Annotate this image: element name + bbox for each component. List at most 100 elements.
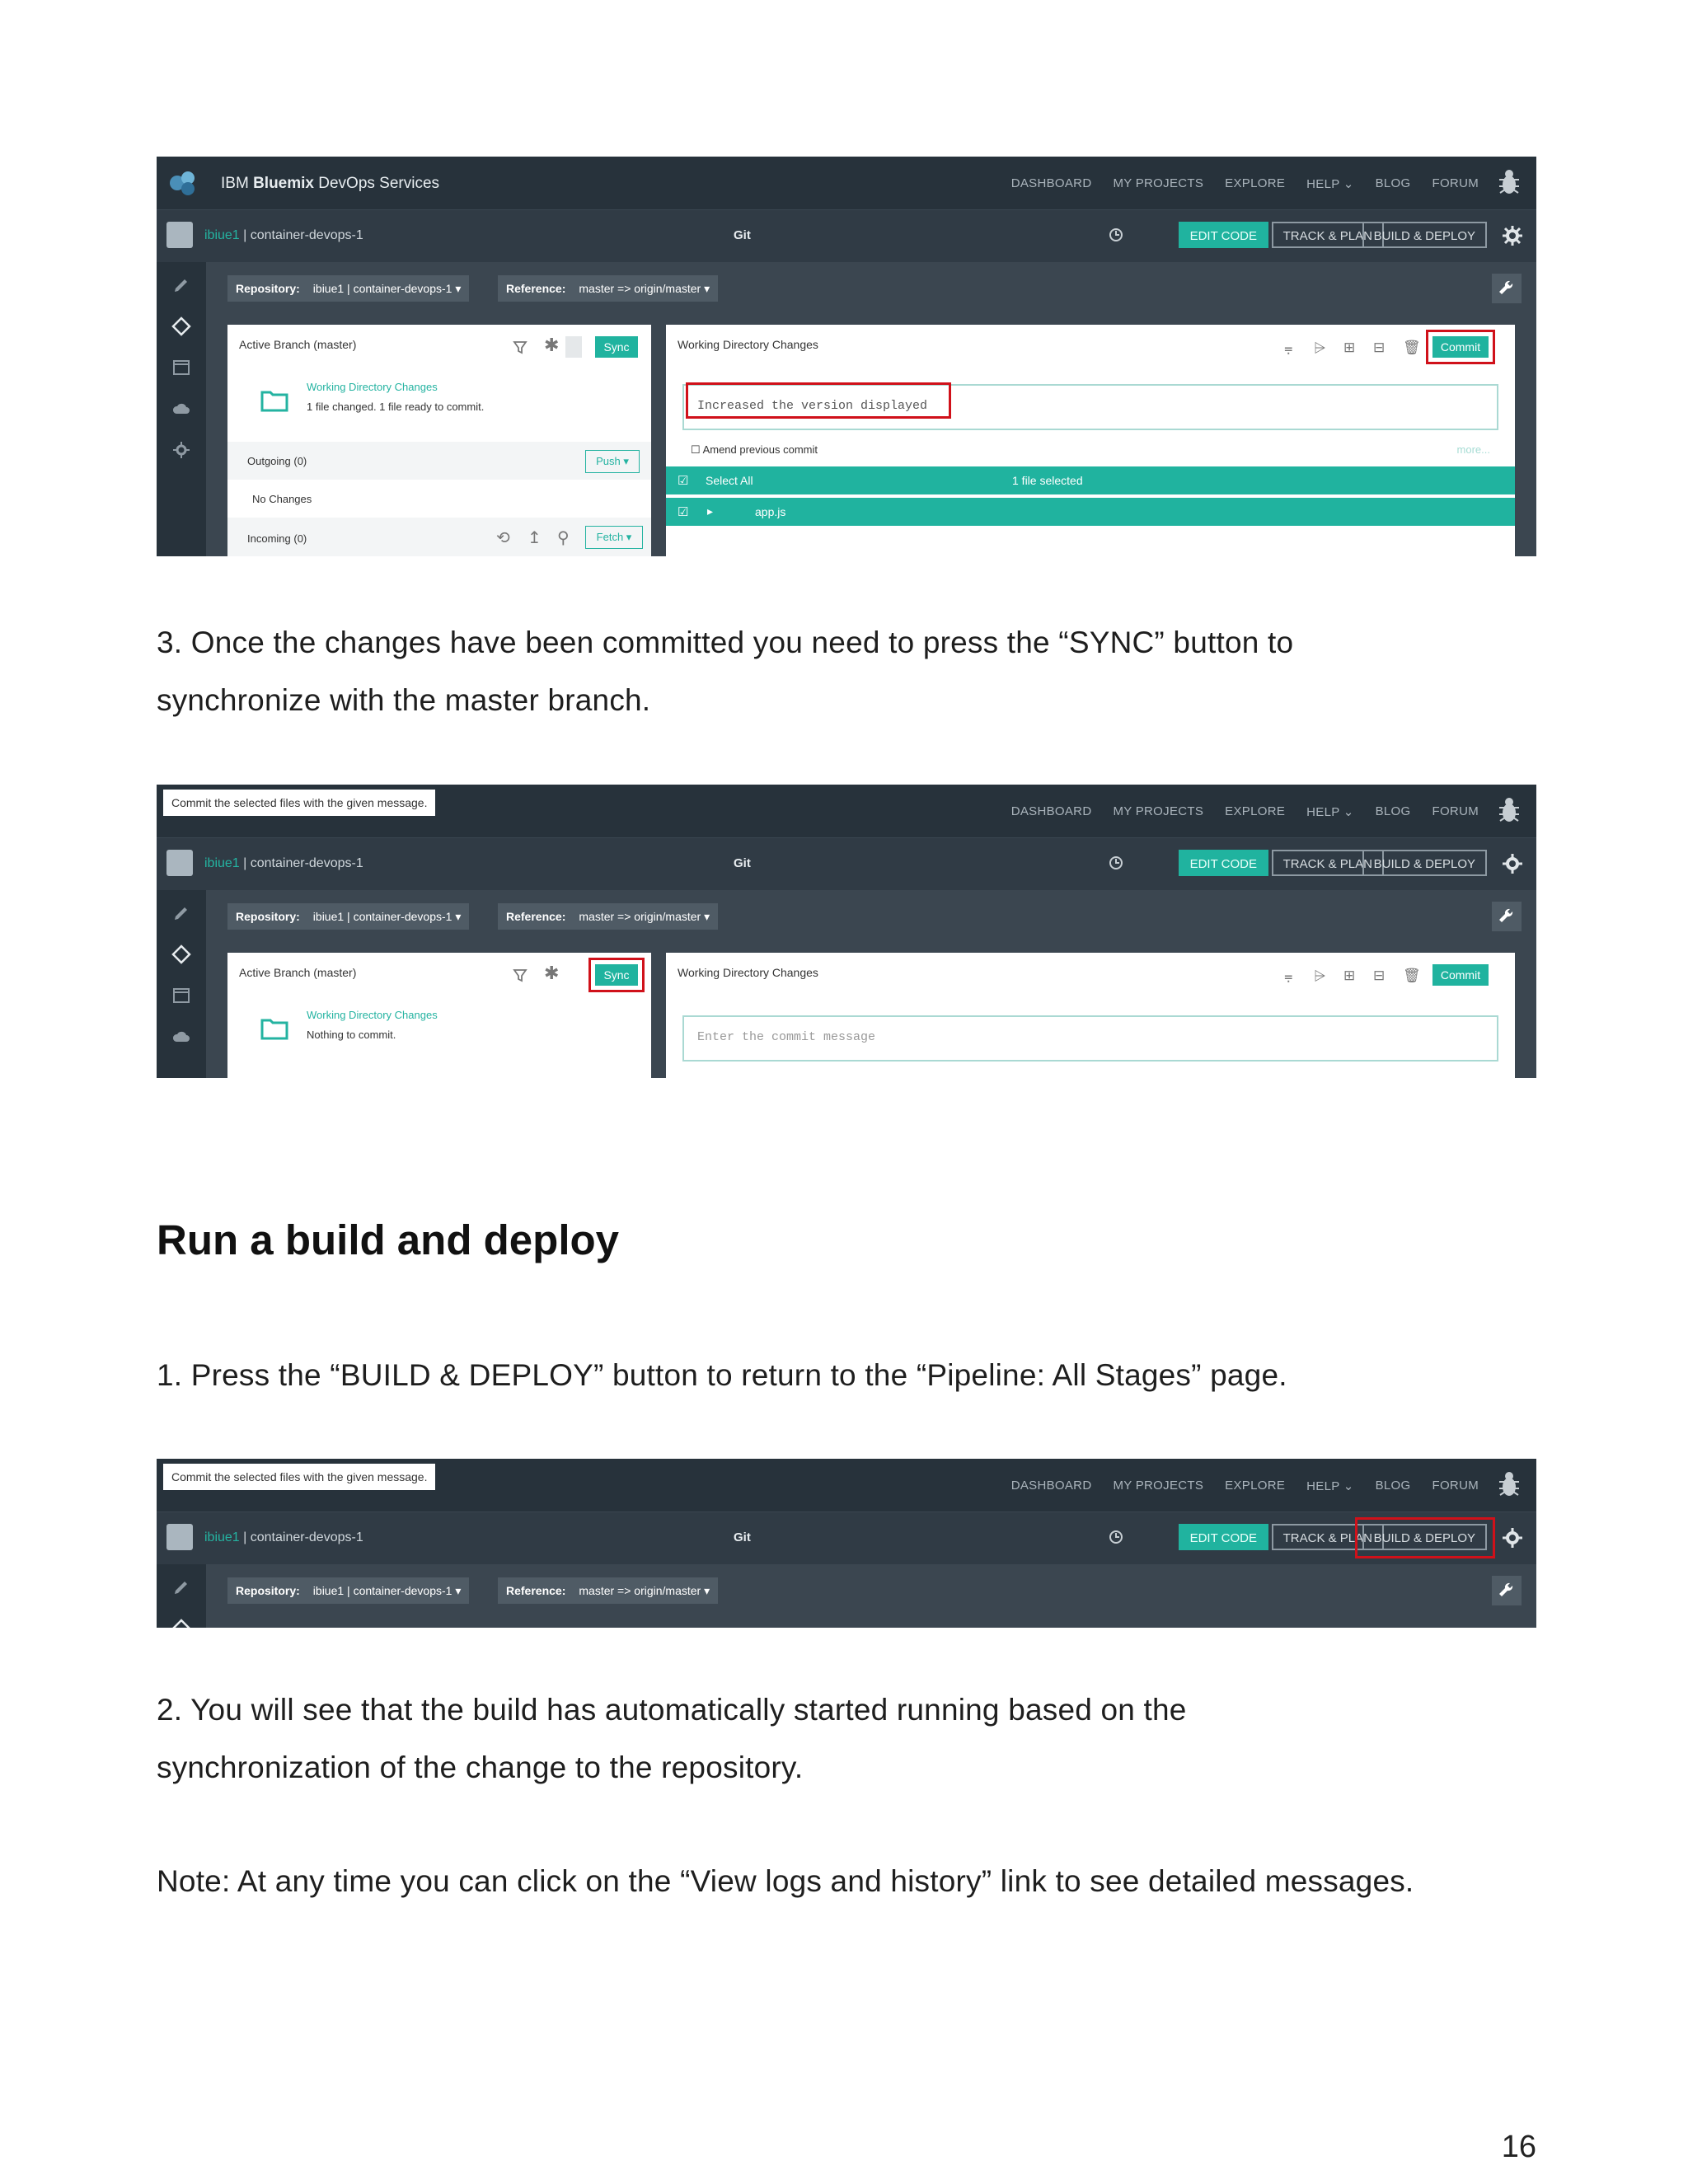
edit-code-button[interactable]: EDIT CODE [1178, 222, 1268, 248]
repository-select[interactable]: Repository: ibiue1 | container-devops-1 ▾ [227, 1577, 470, 1604]
fetch-button[interactable]: Fetch ▾ [585, 526, 643, 549]
nav-blog[interactable]: BLOG [1376, 1479, 1411, 1493]
nav-help[interactable]: HELP ⌄ [1306, 804, 1353, 819]
pencil-icon[interactable] [171, 903, 191, 923]
history-icon[interactable] [1108, 1529, 1124, 1545]
nav-forum[interactable]: FORUM [1432, 804, 1479, 819]
stage-icon[interactable]: ⊞ [1343, 340, 1357, 355]
reset-icon[interactable]: ⚲ [557, 527, 570, 548]
git-main: Repository: ibiue1 | container-devops-1 ▾… [206, 262, 1536, 556]
wrench-icon[interactable] [1492, 902, 1522, 931]
nav-blog[interactable]: BLOG [1376, 176, 1411, 191]
trash-icon[interactable]: 🗑 [1403, 340, 1421, 355]
expand-icon[interactable]: ⩥ [1314, 340, 1327, 356]
wdc-item[interactable]: Working Directory Changes Nothing to com… [227, 999, 651, 1070]
file-checkbox-icon[interactable]: ☑ [678, 504, 688, 519]
nav-dashboard[interactable]: DASHBOARD [1011, 804, 1092, 819]
cloud-icon[interactable] [171, 1027, 191, 1047]
window-icon[interactable] [171, 358, 191, 377]
checkbox-checked-icon[interactable]: ☑ [678, 473, 688, 488]
project-name[interactable]: ibiue1 | container-devops-1 [204, 856, 363, 871]
expand-icon[interactable]: ⩥ [1314, 968, 1327, 984]
nav-help[interactable]: HELP ⌄ [1306, 176, 1353, 191]
wrench-icon[interactable] [1492, 1576, 1522, 1605]
wdc-item[interactable]: Working Directory Changes 1 file changed… [227, 371, 651, 442]
git-icon[interactable] [171, 944, 191, 964]
collapse-icon[interactable]: ⩦ [1284, 340, 1297, 356]
unstage-icon[interactable]: ⊟ [1373, 968, 1386, 983]
nav-blog[interactable]: BLOG [1376, 804, 1411, 819]
more-link[interactable]: more... [1457, 443, 1490, 456]
reference-select[interactable]: Reference: master => origin/master ▾ [498, 1577, 719, 1604]
chevron-down-icon: ⌄ [1343, 805, 1354, 819]
collapse-icon[interactable]: ⩦ [1284, 968, 1297, 984]
build-deploy-button[interactable]: BUILD & DEPLOY [1362, 850, 1487, 876]
project-icon [166, 1524, 193, 1550]
bug-icon[interactable] [1497, 1470, 1522, 1498]
window-icon[interactable] [171, 986, 191, 1005]
repo-toolbar: Repository: ibiue1 | container-devops-1 ▾… [206, 890, 1536, 943]
settings-icon[interactable] [171, 440, 191, 460]
wdc-link[interactable]: Working Directory Changes [307, 381, 438, 393]
cloud-icon[interactable] [171, 399, 191, 419]
merge-icon[interactable]: ⟲ [496, 527, 510, 548]
commit-tooltip: Commit the selected files with the given… [163, 1464, 436, 1490]
nav-explore[interactable]: EXPLORE [1225, 1479, 1285, 1493]
gear-icon[interactable] [1502, 225, 1523, 246]
push-button[interactable]: Push ▾ [585, 450, 640, 473]
pencil-icon[interactable] [171, 275, 191, 295]
chevron-down-icon: ⌄ [1343, 1479, 1354, 1493]
asterisk-icon[interactable]: ✱ [544, 335, 559, 356]
trash-icon[interactable]: 🗑 [1403, 968, 1421, 983]
gear-icon[interactable] [1502, 1527, 1523, 1549]
separator-block [565, 336, 582, 358]
filter-icon[interactable] [513, 968, 528, 982]
commit-message-input[interactable]: Enter the commit message [682, 1015, 1498, 1062]
commit-message-placeholder: Enter the commit message [697, 1030, 876, 1044]
nav-dashboard[interactable]: DASHBOARD [1011, 176, 1092, 191]
rebase-icon[interactable]: ↥ [528, 527, 542, 548]
stage-icon[interactable]: ⊞ [1343, 968, 1357, 983]
history-icon[interactable] [1108, 855, 1124, 871]
nav-my-projects[interactable]: MY PROJECTS [1113, 1479, 1203, 1493]
nav-my-projects[interactable]: MY PROJECTS [1113, 176, 1203, 191]
nav-forum[interactable]: FORUM [1432, 176, 1479, 191]
edit-code-button[interactable]: EDIT CODE [1178, 850, 1268, 876]
reference-select[interactable]: Reference: master => origin/master ▾ [498, 275, 719, 302]
wrench-icon[interactable] [1492, 274, 1522, 303]
amend-checkbox[interactable]: ☐ Amend previous commit [691, 443, 818, 457]
nav-forum[interactable]: FORUM [1432, 1479, 1479, 1493]
asterisk-icon[interactable]: ✱ [544, 963, 559, 984]
history-icon[interactable] [1108, 227, 1124, 243]
nav-explore[interactable]: EXPLORE [1225, 804, 1285, 819]
build-deploy-button[interactable]: BUILD & DEPLOY [1362, 222, 1487, 248]
left-rail [157, 262, 206, 556]
pencil-icon[interactable] [171, 1577, 191, 1597]
gear-icon[interactable] [1502, 853, 1523, 874]
wdc-link[interactable]: Working Directory Changes [307, 1009, 438, 1021]
filter-icon[interactable] [513, 340, 528, 354]
repository-select[interactable]: Repository: ibiue1 | container-devops-1 ▾ [227, 275, 470, 302]
unstage-icon[interactable]: ⊟ [1373, 340, 1386, 355]
wdc-panel: Working Directory Changes ⩦ ⩥ ⊞ ⊟ 🗑 Comm… [666, 953, 1515, 1078]
no-changes-label: No Changes [252, 493, 312, 505]
edit-code-button[interactable]: EDIT CODE [1178, 1524, 1268, 1550]
commit-button[interactable]: Commit [1432, 964, 1489, 986]
sync-button[interactable]: Sync [595, 336, 638, 358]
bug-icon[interactable] [1497, 796, 1522, 824]
nav-dashboard[interactable]: DASHBOARD [1011, 1479, 1092, 1493]
expand-arrow-icon[interactable]: ▸ [707, 504, 713, 518]
nav-help[interactable]: HELP ⌄ [1306, 1479, 1353, 1493]
repository-select[interactable]: Repository: ibiue1 | container-devops-1 ▾ [227, 903, 470, 930]
nav-my-projects[interactable]: MY PROJECTS [1113, 804, 1203, 819]
git-icon[interactable] [171, 316, 191, 336]
reference-select[interactable]: Reference: master => origin/master ▾ [498, 903, 719, 930]
repo-toolbar: Repository: ibiue1 | container-devops-1 ▾… [206, 262, 1536, 315]
select-all-row[interactable]: ☑ Select All 1 file selected [666, 466, 1515, 494]
project-name[interactable]: ibiue1 | container-devops-1 [204, 228, 363, 243]
file-row[interactable]: ☑ ▸ app.js [666, 498, 1515, 526]
nav-explore[interactable]: EXPLORE [1225, 176, 1285, 191]
git-icon[interactable] [171, 1619, 191, 1628]
project-name[interactable]: ibiue1 | container-devops-1 [204, 1530, 363, 1545]
bug-icon[interactable] [1497, 168, 1522, 196]
